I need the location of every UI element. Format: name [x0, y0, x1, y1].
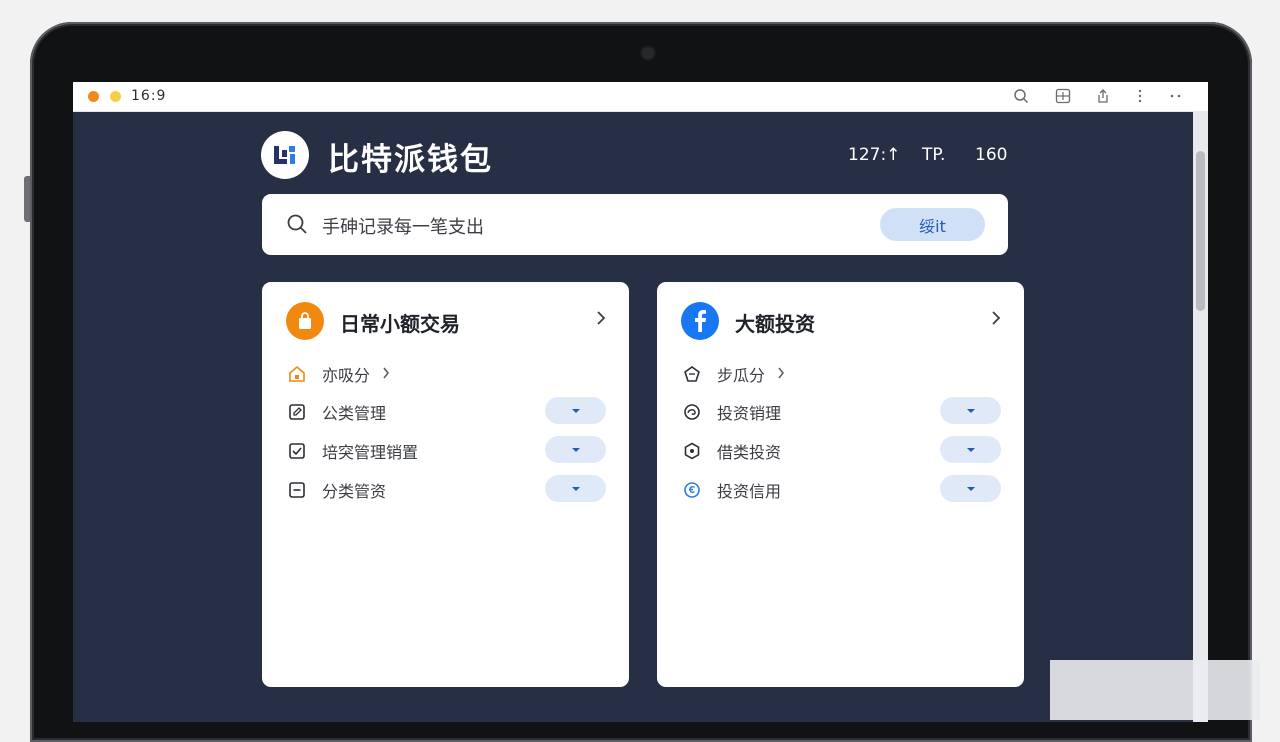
card-title: 日常小额交易	[340, 312, 460, 336]
hexagon-icon	[681, 440, 703, 462]
laptop-side-button	[24, 176, 30, 222]
header-stat-3: 160	[975, 145, 1008, 165]
coin-icon	[681, 479, 703, 501]
list-item-label: 培突管理销置	[322, 443, 419, 462]
list-item-label: 分类管资	[322, 482, 387, 501]
app-title: 比特派钱包	[328, 142, 493, 178]
list-item-label: 借类投资	[717, 443, 782, 462]
window-minimize-button[interactable]	[110, 91, 121, 102]
pentagon-icon	[681, 363, 703, 385]
list-item-label: 亦吸分	[322, 366, 371, 385]
bag-icon	[286, 302, 324, 340]
window-close-button[interactable]	[88, 91, 99, 102]
scrollbar-track[interactable]	[1193, 111, 1208, 722]
dropdown-button[interactable]	[545, 397, 606, 424]
scrollbar-thumb[interactable]	[1196, 151, 1205, 311]
watermark	[1050, 660, 1260, 720]
dropdown-button[interactable]	[545, 436, 606, 463]
more-vertical-icon[interactable]	[1130, 86, 1150, 106]
chevron-right-icon	[382, 365, 390, 384]
list-item-label: 公类管理	[322, 404, 387, 423]
list-item[interactable]: 步瓜分	[681, 359, 1001, 387]
more-horizontal-icon[interactable]	[1166, 86, 1186, 106]
search-submit-button[interactable]: 绥it	[880, 208, 985, 241]
minus-square-icon	[286, 479, 308, 501]
list-item[interactable]: 投资销理	[681, 397, 1001, 425]
header-stat-1: 127:↑	[848, 145, 901, 165]
list-item-label: 投资信用	[717, 482, 782, 501]
facebook-icon	[681, 302, 719, 340]
list-item[interactable]: 培突管理销置	[286, 436, 606, 464]
list-item-label: 投资销理	[717, 404, 782, 423]
list-item[interactable]: 投资信用	[681, 475, 1001, 503]
chevron-right-icon[interactable]	[595, 309, 607, 331]
header-stat-2: TP.	[922, 145, 946, 165]
search-icon	[286, 213, 308, 239]
list-item[interactable]: 分类管资	[286, 475, 606, 503]
layout-icon[interactable]	[1053, 86, 1073, 106]
window-title: 16:9	[131, 88, 167, 104]
card-title: 大额投资	[735, 312, 815, 336]
checkbox-icon	[286, 440, 308, 462]
search-input[interactable]: 手砷记录每一笔支出	[322, 213, 484, 239]
dropdown-button[interactable]	[545, 475, 606, 502]
webcam	[642, 47, 654, 59]
chevron-right-icon[interactable]	[990, 309, 1002, 331]
chevron-right-icon	[777, 365, 785, 384]
dropdown-button[interactable]	[940, 397, 1001, 424]
swirl-icon	[681, 401, 703, 423]
dropdown-button[interactable]	[940, 436, 1001, 463]
card-daily-transactions: 日常小额交易 亦吸分 公类管理 培突管理销置 分类管资	[262, 282, 629, 687]
list-item[interactable]: 公类管理	[286, 397, 606, 425]
screen: 16:9 比特派钱包 127:↑ TP. 160 手砷记录每一笔支出 绥it 日…	[73, 82, 1208, 722]
card-large-investments: 大额投资 步瓜分 投资销理 借类投资 投资信用	[657, 282, 1024, 687]
list-item[interactable]: 亦吸分	[286, 359, 606, 387]
share-icon[interactable]	[1093, 86, 1113, 106]
window-titlebar: 16:9	[73, 82, 1208, 112]
search-bar[interactable]: 手砷记录每一笔支出 绥it	[262, 194, 1008, 255]
search-icon[interactable]	[1011, 86, 1031, 106]
dropdown-button[interactable]	[940, 475, 1001, 502]
edit-square-icon	[286, 401, 308, 423]
list-item[interactable]: 借类投资	[681, 436, 1001, 464]
home-icon	[286, 363, 308, 385]
list-item-label: 步瓜分	[717, 366, 766, 385]
wallet-logo-icon	[261, 131, 309, 179]
